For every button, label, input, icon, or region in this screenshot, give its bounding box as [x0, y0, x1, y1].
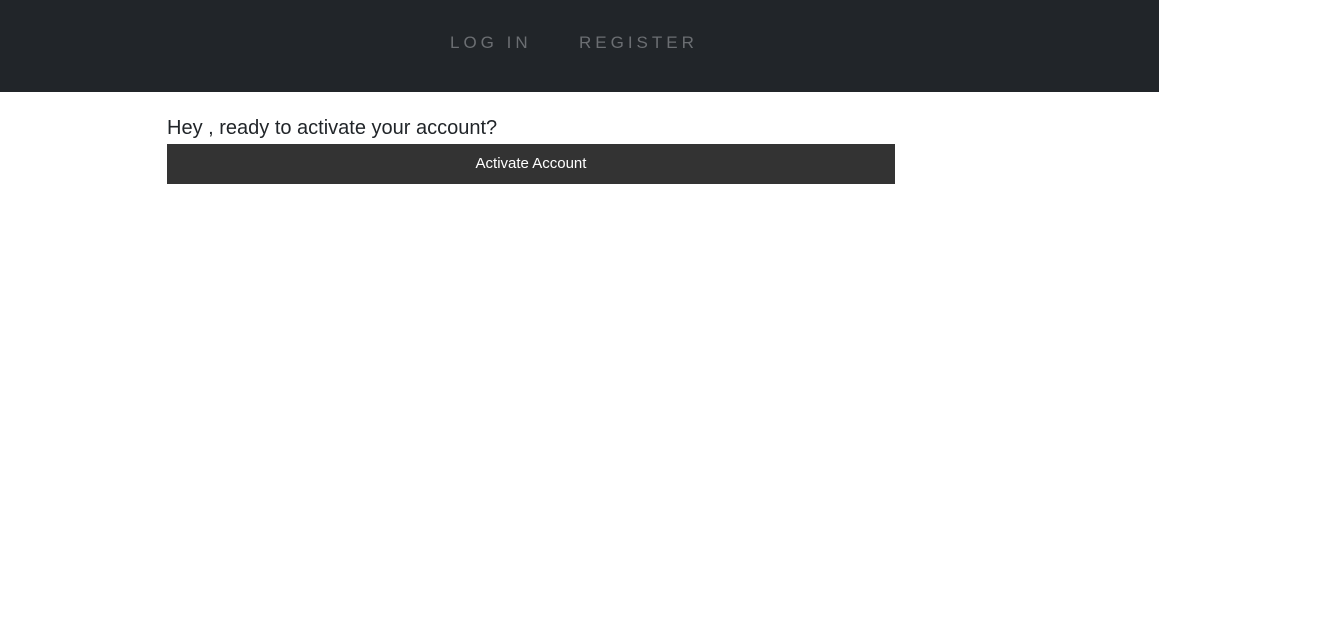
activation-greeting: Hey , ready to activate your account? — [167, 117, 498, 139]
activation-panel: Hey , ready to activate your account? Ac… — [167, 115, 895, 184]
top-navbar: LOG IN REGISTER — [0, 0, 1159, 92]
nav-register-link[interactable]: REGISTER — [579, 33, 698, 53]
nav-login-link[interactable]: LOG IN — [450, 33, 532, 53]
activate-account-button[interactable]: Activate Account — [167, 144, 895, 184]
